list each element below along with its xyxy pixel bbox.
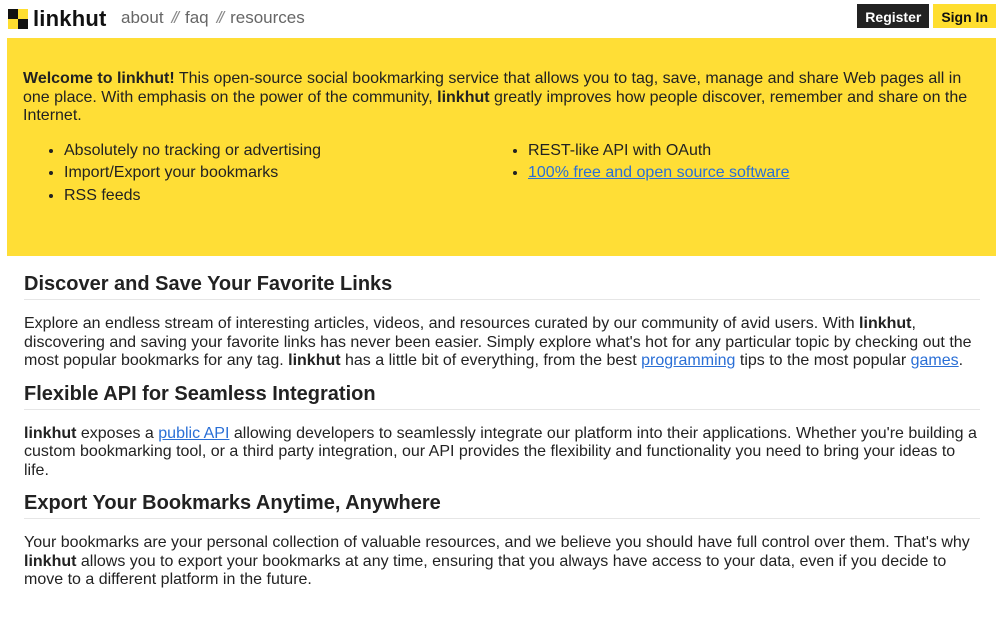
public-api-link[interactable]: public API <box>158 425 229 442</box>
sign-in-button[interactable]: Sign In <box>933 4 996 28</box>
feature-item: Absolutely no tracking or advertising <box>64 140 488 163</box>
welcome-banner: Welcome to linkhut! This open-source soc… <box>7 38 996 256</box>
feature-list-left: Absolutely no tracking or advertising Im… <box>23 140 488 208</box>
logo-icon <box>8 9 28 29</box>
section-body-discover: Explore an endless stream of interesting… <box>24 315 972 369</box>
logo-link[interactable]: linkhut <box>8 6 107 32</box>
nav-link-about[interactable]: about <box>121 8 164 28</box>
nav-separator: // <box>216 8 225 27</box>
auth-buttons: Register Sign In <box>857 4 996 28</box>
nav-separator: // <box>171 8 180 27</box>
section-title-api: Flexible API for Seamless Integration <box>24 382 980 410</box>
logo-text: linkhut <box>33 6 107 31</box>
feature-item: REST-like API with OAuth <box>528 140 790 163</box>
nav-link-resources[interactable]: resources <box>230 8 305 28</box>
open-source-link[interactable]: 100% free and open source software <box>528 164 790 181</box>
section-body-api: linkhut exposes a public API allowing de… <box>24 424 977 479</box>
welcome-heading: Welcome to linkhut! <box>23 70 175 87</box>
section-title-discover: Discover and Save Your Favorite Links <box>24 272 980 300</box>
welcome-intro: Welcome to linkhut! This open-source soc… <box>23 70 968 124</box>
programming-link[interactable]: programming <box>641 352 735 369</box>
section-title-export: Export Your Bookmarks Anytime, Anywhere <box>24 491 980 519</box>
site-header: linkhut about // faq // resources Regist… <box>0 0 1000 36</box>
feature-list-right: REST-like API with OAuth 100% free and o… <box>488 140 790 208</box>
feature-item: 100% free and open source software <box>528 162 790 185</box>
nav-link-faq[interactable]: faq <box>185 8 209 28</box>
feature-list: Absolutely no tracking or advertising Im… <box>23 140 980 208</box>
feature-item: Import/Export your bookmarks <box>64 162 488 185</box>
section-body-export: Your bookmarks are your personal collect… <box>24 534 970 588</box>
main-nav: about // faq // resources <box>121 8 305 28</box>
feature-item: RSS feeds <box>64 185 488 208</box>
main-content: Discover and Save Your Favorite Links Ex… <box>24 272 980 601</box>
games-link[interactable]: games <box>911 352 959 369</box>
register-button[interactable]: Register <box>857 4 930 28</box>
